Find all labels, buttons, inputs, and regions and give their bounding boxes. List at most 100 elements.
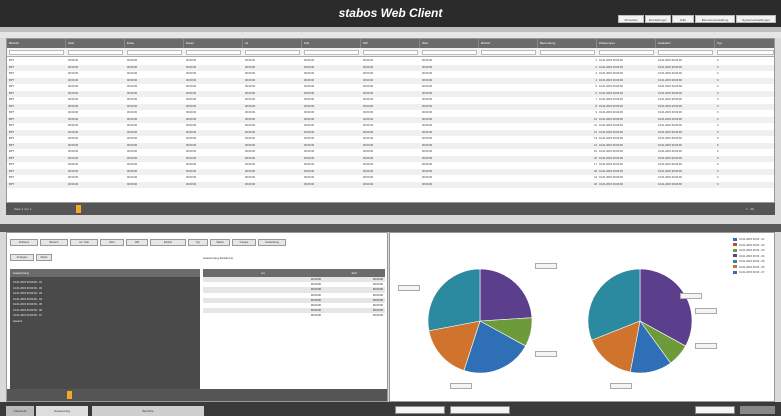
legend-label: 01.01.2015 00:00 - 04 bbox=[739, 254, 765, 258]
left-pie-slice[interactable] bbox=[479, 268, 533, 322]
column-filter-input[interactable] bbox=[186, 50, 241, 55]
header-button-3[interactable]: Hilfe bbox=[672, 15, 694, 23]
column-header[interactable]: Dauer bbox=[184, 39, 243, 48]
legend-label: 01.01.2015 00:00 - 02 bbox=[739, 243, 765, 247]
filter-button[interactable]: Wert bbox=[100, 239, 124, 246]
filter-button[interactable]: Gruppe bbox=[232, 239, 256, 246]
values-header-soll: Soll bbox=[323, 269, 385, 277]
footer-input-1[interactable] bbox=[395, 406, 445, 414]
footer-button[interactable] bbox=[740, 406, 775, 414]
chart-callout bbox=[535, 351, 557, 357]
column-header[interactable]: Soll bbox=[302, 39, 361, 48]
column-filter-input[interactable] bbox=[9, 50, 64, 55]
legend-swatch bbox=[733, 254, 737, 258]
column-header[interactable]: Bemerkung bbox=[538, 39, 597, 48]
column-header[interactable]: Geändert bbox=[656, 39, 715, 48]
reset-button[interactable]: Reset bbox=[36, 254, 52, 261]
values-header-ist: Ist bbox=[203, 269, 323, 277]
legend-label: 01.01.2015 00:00 - 07 bbox=[739, 271, 765, 274]
pager-label: Seite 1 von 1 bbox=[14, 207, 32, 211]
tree-item[interactable]: 01.01.2015 00:00:00 - 02 bbox=[13, 286, 42, 291]
page-indicator[interactable] bbox=[67, 391, 72, 399]
footer-input-3[interactable] bbox=[695, 406, 735, 414]
column-filter-input[interactable] bbox=[127, 50, 182, 55]
legend-item: 01.01.2015 00:00 - 03 bbox=[733, 248, 764, 253]
chart-callout bbox=[695, 308, 717, 314]
tree-item[interactable]: 01.01.2015 00:00:00 - 03 bbox=[13, 291, 42, 296]
column-filter-input[interactable] bbox=[540, 50, 595, 55]
column-header[interactable]: Bereich bbox=[7, 39, 66, 48]
filter-button[interactable]: Status bbox=[210, 239, 230, 246]
left-pie-slice[interactable] bbox=[427, 268, 481, 332]
table-cell bbox=[479, 182, 538, 189]
tab-analysis[interactable]: Auswertung bbox=[36, 406, 88, 416]
column-filter-input[interactable] bbox=[717, 50, 774, 55]
legend-label: 01.01.2015 00:00 - 03 bbox=[739, 249, 765, 252]
column-filter-input[interactable] bbox=[304, 50, 359, 55]
app-header: stabos Web Client Abmelden Einstellungen… bbox=[0, 0, 781, 27]
column-header[interactable]: Diff bbox=[361, 39, 420, 48]
value-soll: 00:00:00 bbox=[372, 314, 383, 318]
filter-button[interactable]: Einheit bbox=[150, 239, 186, 246]
filter-button[interactable]: Ist / Soll bbox=[70, 239, 98, 246]
tree-list: 01.01.2015 00:00:00 - 01 01.01.2015 00:00… bbox=[10, 277, 200, 389]
header-button-5[interactable]: Systemeinstellungen bbox=[736, 15, 776, 23]
filter-button[interactable]: Typ bbox=[188, 239, 208, 246]
chart-callout bbox=[610, 383, 632, 389]
column-header[interactable]: Typ bbox=[715, 39, 774, 48]
tree-item[interactable]: 01.01.2015 00:00:00 - 04 bbox=[13, 297, 42, 302]
page-indicator[interactable] bbox=[76, 205, 81, 213]
pie-charts bbox=[427, 268, 693, 374]
table-cell: 00:00:00 bbox=[186, 182, 197, 186]
header-button-2[interactable]: Einstellungen bbox=[645, 15, 671, 23]
column-header[interactable]: Ist bbox=[243, 39, 302, 48]
legend-item: 01.01.2015 00:00 - 01 bbox=[733, 237, 764, 242]
filter-button[interactable]: Auswertung bbox=[258, 239, 286, 246]
column-header[interactable]: Start bbox=[66, 39, 125, 48]
legend-swatch bbox=[733, 237, 737, 241]
column-filter-input[interactable] bbox=[599, 50, 654, 55]
column-header[interactable]: Wert bbox=[420, 39, 479, 48]
table-cell: 00:00:00 bbox=[127, 182, 138, 186]
header-button-4[interactable]: Benutzerverwaltung bbox=[695, 15, 735, 23]
column-header[interactable]: Zeitstempel bbox=[597, 39, 656, 48]
splitter[interactable] bbox=[0, 224, 781, 232]
table-cell: 01.01.2015 00:00:00 bbox=[599, 182, 623, 186]
table-cell: 01.01.2015 00:00:00 bbox=[658, 182, 682, 186]
tree-header: Auswertung bbox=[10, 269, 200, 277]
tree-item[interactable]: 01.01.2015 00:00:00 - 01 bbox=[13, 280, 42, 285]
column-filter-input[interactable] bbox=[245, 50, 300, 55]
grid-pager: Seite 1 von 1 1 - 20 bbox=[6, 203, 775, 215]
header-button-1[interactable]: Abmelden bbox=[618, 15, 644, 23]
column-header[interactable]: Ende bbox=[125, 39, 184, 48]
chart-callout bbox=[695, 343, 717, 349]
chart-callout bbox=[680, 293, 702, 299]
tree-item[interactable]: 01.01.2015 00:00:00 - 06 bbox=[13, 308, 42, 313]
legend-swatch bbox=[733, 243, 737, 247]
footer-bar: Übersicht Auswertung Berichte bbox=[0, 402, 781, 416]
column-header[interactable]: Einheit bbox=[479, 39, 538, 48]
values-title: Auswertung Zeiträume bbox=[203, 256, 234, 260]
legend-label: 01.01.2015 00:00 - 05 bbox=[739, 260, 765, 263]
filter-button[interactable]: Diff bbox=[126, 239, 148, 246]
column-filter-input[interactable] bbox=[658, 50, 713, 55]
column-filter-input[interactable] bbox=[68, 50, 123, 55]
chart-callout bbox=[535, 263, 557, 269]
column-filter-input[interactable] bbox=[363, 50, 418, 55]
legend-item: 01.01.2015 00:00 - 07 bbox=[733, 270, 764, 275]
values-row: 00:00:00 00:00:00 bbox=[203, 313, 385, 318]
filter-button[interactable]: Bereich bbox=[40, 239, 68, 246]
tab-reports[interactable]: Berichte bbox=[92, 406, 204, 416]
filter-button[interactable]: Zeitraum bbox=[10, 239, 38, 246]
table-cell: 00:00:00 bbox=[245, 182, 256, 186]
show-button[interactable]: Anzeigen bbox=[10, 254, 34, 261]
tab-overview[interactable]: Übersicht bbox=[6, 406, 34, 416]
footer-input-2[interactable] bbox=[450, 406, 510, 414]
tree-item[interactable]: Gesamt bbox=[13, 319, 22, 324]
column-filter-input[interactable] bbox=[481, 50, 536, 55]
column-filter-input[interactable] bbox=[422, 50, 477, 55]
tree-item[interactable]: 01.01.2015 00:00:00 - 05 bbox=[13, 302, 42, 307]
tree-item[interactable]: 01.01.2015 00:00:00 - 07 bbox=[13, 313, 42, 318]
legend-swatch bbox=[733, 259, 737, 263]
table-row[interactable]: BPT 00:00:00 00:00:00 00:00:00 00:00:00 00:00… bbox=[7, 181, 774, 189]
